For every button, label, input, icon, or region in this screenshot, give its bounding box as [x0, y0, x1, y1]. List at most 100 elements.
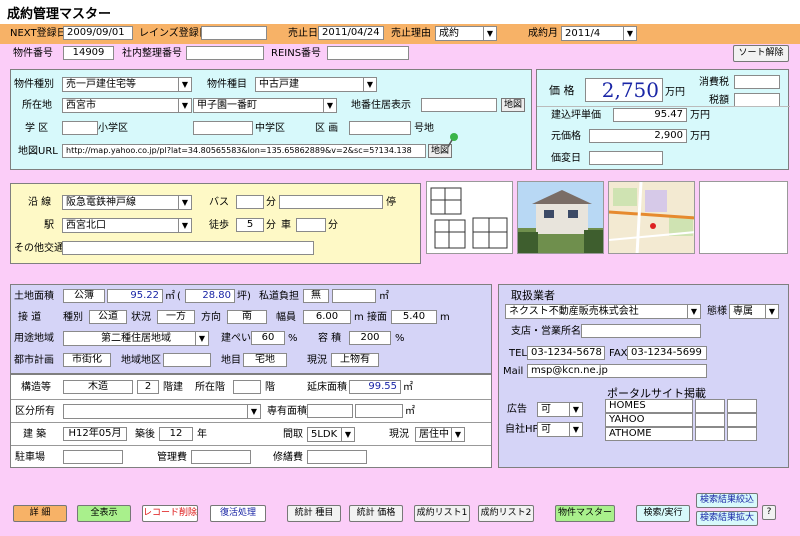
walk-field[interactable]: 5	[236, 218, 264, 232]
land-area-field[interactable]: 95.22	[107, 289, 163, 303]
city-plan-field[interactable]: 市街化	[63, 353, 111, 367]
kind-select[interactable]: 中古戸建 ▼	[255, 77, 377, 92]
chevron-down-icon[interactable]: ▼	[178, 219, 191, 232]
layout-select[interactable]: 5LDK ▼	[307, 427, 355, 442]
chevron-down-icon[interactable]: ▼	[451, 428, 464, 441]
road-kind-field[interactable]: 公道	[89, 310, 127, 324]
area-map-image[interactable]	[608, 181, 695, 254]
land-area-type[interactable]: 公簿	[63, 289, 105, 303]
city-select[interactable]: 西宮市 ▼	[62, 98, 192, 113]
road-width-field[interactable]: 6.00	[303, 310, 351, 324]
private-area-field-2[interactable]	[355, 404, 403, 418]
station-select[interactable]: 西宮北口 ▼	[62, 218, 192, 233]
chevron-down-icon[interactable]: ▼	[687, 305, 700, 318]
reason-select[interactable]: 成約 ▼	[435, 26, 497, 41]
bus-field[interactable]	[236, 195, 264, 209]
next-date-field[interactable]: 2009/09/01	[63, 26, 133, 40]
road-dir-field[interactable]: 南	[227, 310, 267, 324]
mgmt-fee-field[interactable]	[191, 450, 251, 464]
land-cat-field[interactable]: 宅地	[243, 353, 287, 367]
private-area-field[interactable]	[307, 404, 353, 418]
parking-field[interactable]	[63, 450, 123, 464]
price-change-field[interactable]	[589, 151, 663, 165]
branch-field[interactable]	[581, 324, 701, 338]
private-road-field[interactable]: 無	[303, 289, 329, 303]
chevron-down-icon[interactable]: ▼	[569, 423, 582, 436]
bus-stop-field[interactable]	[279, 195, 383, 209]
hp-select[interactable]: 可 ▼	[537, 422, 583, 437]
sort-clear-button[interactable]: ソート解除	[733, 45, 789, 62]
portal-item[interactable]: HOMES	[605, 399, 693, 413]
floor-area-field[interactable]: 99.55	[349, 380, 401, 394]
school-field[interactable]	[62, 121, 98, 135]
tsubo-price-field[interactable]: 95.47	[613, 108, 687, 122]
agent-select[interactable]: ネクスト不動産販売株式会社 ▼	[505, 304, 701, 319]
show-all-button[interactable]: 全表示	[77, 505, 131, 522]
reins-date-field[interactable]	[201, 26, 267, 40]
extra-image-slot[interactable]	[699, 181, 788, 254]
chevron-down-icon[interactable]: ▼	[569, 403, 582, 416]
delete-record-button[interactable]: レコード削除	[142, 505, 198, 522]
section-owner-select[interactable]: ▼	[63, 404, 261, 419]
portal-check[interactable]	[695, 399, 725, 413]
portal-check[interactable]	[727, 413, 757, 427]
mail-field[interactable]: msp@kcn.ne.jp	[527, 364, 707, 378]
structure-field[interactable]: 木造	[63, 380, 133, 394]
map-button[interactable]: 地図	[501, 98, 525, 112]
other-transit-field[interactable]	[62, 241, 314, 255]
inner-no-field[interactable]	[186, 46, 264, 60]
tax-field[interactable]	[734, 75, 780, 89]
ward-field[interactable]	[349, 121, 411, 135]
reins-no-field[interactable]	[327, 46, 409, 60]
house-photo[interactable]	[517, 181, 604, 254]
contract-list-1-button[interactable]: 成約リスト1	[414, 505, 470, 522]
chevron-down-icon[interactable]: ▼	[178, 99, 191, 112]
chevron-down-icon[interactable]: ▼	[341, 428, 354, 441]
stats-kind-button[interactable]: 統計 種目	[287, 505, 341, 522]
price-field[interactable]: 2,750	[585, 78, 663, 102]
portal-item[interactable]: ATHOME	[605, 427, 693, 441]
detail-button[interactable]: 詳 細	[13, 505, 67, 522]
help-button[interactable]: ?	[762, 505, 776, 520]
orig-price-field[interactable]: 2,900	[589, 129, 687, 143]
tel-field[interactable]: 03-1234-5678	[527, 346, 605, 360]
narrow-results-button[interactable]: 検索結果絞込	[696, 493, 758, 508]
mode-select[interactable]: 専属 ▼	[729, 304, 779, 319]
chevron-down-icon[interactable]: ▼	[247, 405, 260, 418]
status-select[interactable]: 居住中 ▼	[415, 427, 465, 442]
restore-button[interactable]: 復活処理	[210, 505, 266, 522]
private-road-area[interactable]	[332, 289, 376, 303]
stats-price-button[interactable]: 統計 価格	[349, 505, 403, 522]
chevron-down-icon[interactable]: ▼	[195, 332, 208, 345]
sold-date-field[interactable]: 2011/04/24	[318, 26, 384, 40]
portal-check[interactable]	[695, 427, 725, 441]
mid-school-field[interactable]	[193, 121, 253, 135]
tax-amount-field[interactable]	[734, 93, 780, 107]
map-url-field[interactable]: http://map.yahoo.co.jp/pl?lat=34.8056558…	[62, 144, 426, 158]
floor-plan-image[interactable]	[426, 181, 513, 254]
land-tsubo-field[interactable]: 28.80	[185, 289, 235, 303]
chevron-down-icon[interactable]: ▼	[483, 27, 496, 40]
portal-check[interactable]	[727, 427, 757, 441]
far-field[interactable]: 200	[349, 331, 391, 345]
zoning-select[interactable]: 第二種住居地域 ▼	[63, 331, 209, 346]
coverage-field[interactable]: 60	[251, 331, 285, 345]
property-master-button[interactable]: 物件マスター	[555, 505, 615, 522]
ad-select[interactable]: 可 ▼	[537, 402, 583, 417]
floors-field[interactable]: 2	[137, 380, 159, 394]
chevron-down-icon[interactable]: ▼	[765, 305, 778, 318]
chevron-down-icon[interactable]: ▼	[623, 27, 636, 40]
portal-item[interactable]: YAHOO	[605, 413, 693, 427]
line-select[interactable]: 阪急電鉄神戸線 ▼	[62, 195, 192, 210]
lot-display-field[interactable]	[421, 98, 497, 112]
expand-results-button[interactable]: 検索結果拡大	[696, 511, 758, 526]
chevron-down-icon[interactable]: ▼	[178, 78, 191, 91]
search-run-button[interactable]: 検索/実行	[636, 505, 690, 522]
chevron-down-icon[interactable]: ▼	[363, 78, 376, 91]
type-select[interactable]: 売一戸建住宅等 ▼	[62, 77, 192, 92]
town-select[interactable]: 甲子園一番町 ▼	[193, 98, 337, 113]
portal-check[interactable]	[727, 399, 757, 413]
district-field[interactable]	[163, 353, 211, 367]
current-field[interactable]: 上物有	[331, 353, 379, 367]
contract-list-2-button[interactable]: 成約リスト2	[478, 505, 534, 522]
